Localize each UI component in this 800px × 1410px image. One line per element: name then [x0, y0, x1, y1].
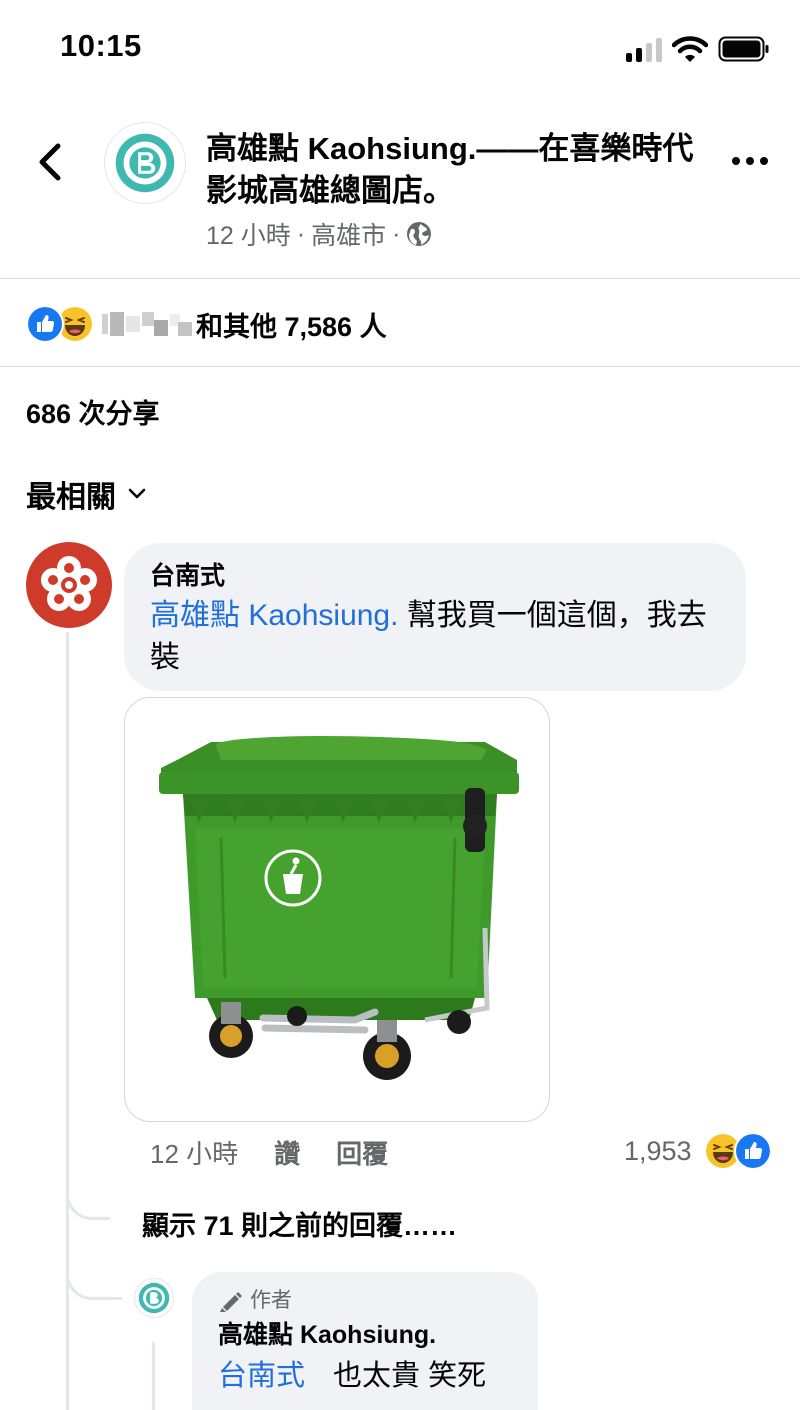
like-reaction-icon — [733, 1132, 772, 1170]
comment-text: 高雄點 Kaohsiung. 幫我買一個這個，我去裝 — [150, 595, 720, 679]
post-meta: 12 小時 · 高雄市 · — [206, 216, 432, 252]
post-time[interactable]: 12 小時 — [206, 216, 291, 252]
comment-bubble[interactable]: 台南式 高雄點 Kaohsiung. 幫我買一個這個，我去裝 — [124, 543, 746, 691]
page-logo-icon — [115, 133, 175, 193]
wifi-icon — [672, 36, 708, 62]
reply-button[interactable]: 回覆 — [336, 1134, 388, 1171]
thread-connector — [66, 1160, 110, 1220]
header-divider — [0, 278, 800, 279]
sort-label: 最相關 — [26, 481, 116, 514]
like-button[interactable]: 讚 — [274, 1134, 300, 1171]
back-arrow-icon[interactable] — [36, 142, 66, 182]
comment-sort-dropdown[interactable]: 最相關 — [26, 472, 146, 516]
like-reaction-icon — [26, 305, 64, 343]
globe-icon — [407, 222, 432, 246]
shares-count[interactable]: 686 次分享 — [26, 392, 160, 431]
reactions-divider — [0, 366, 800, 367]
chevron-down-icon — [128, 488, 146, 499]
comment-actions: 12 小時 讚 回覆 — [150, 1134, 388, 1171]
page-avatar[interactable] — [104, 122, 186, 204]
comment-reaction-count: 1,953 — [624, 1135, 692, 1166]
meta-separator: · — [392, 219, 401, 248]
comment-author[interactable]: 台南式 — [150, 559, 720, 593]
redacted-name — [102, 312, 192, 336]
green-trash-bin-image — [159, 736, 519, 1080]
reactions-count-text: 和其他 7,586 人 — [196, 311, 387, 342]
author-badge-label: 作者 — [250, 1289, 292, 1312]
reply-body: 也太貴 笑死 — [333, 1360, 487, 1392]
view-previous-replies[interactable]: 顯示 71 則之前的回覆…… — [142, 1204, 457, 1243]
commenter-avatar[interactable] — [26, 542, 112, 628]
thread-line — [66, 632, 69, 1410]
thread-connector — [66, 1240, 122, 1300]
author-badge: 作者 — [218, 1286, 512, 1316]
reply-bubble[interactable]: 作者 高雄點 Kaohsiung. 台南式 也太貴 笑死 — [192, 1272, 538, 1410]
mention-link[interactable]: 高雄點 Kaohsiung. — [150, 599, 398, 632]
comment-time[interactable]: 12 小時 — [150, 1134, 238, 1171]
plum-blossom-logo-icon — [41, 556, 97, 611]
meta-separator: · — [296, 219, 306, 248]
page-logo-icon — [138, 1282, 170, 1314]
reply-author-avatar[interactable] — [134, 1278, 174, 1318]
comment-reactions[interactable]: 1,953 — [624, 1132, 772, 1170]
more-options-icon[interactable] — [730, 148, 770, 174]
cellular-signal-icon — [626, 38, 664, 62]
pencil-icon — [220, 1292, 242, 1312]
comment-image[interactable] — [124, 697, 550, 1122]
mention-link[interactable]: 台南式 — [218, 1360, 305, 1392]
status-time: 10:15 — [60, 28, 142, 63]
post-location[interactable]: 高雄市 — [311, 216, 386, 252]
battery-icon — [718, 36, 769, 62]
reactions-summary[interactable]: 和其他 7,586 人 — [26, 304, 387, 344]
thread-line — [152, 1342, 155, 1410]
reply-text: 台南式 也太貴 笑死 — [218, 1356, 512, 1396]
reply-author[interactable]: 高雄點 Kaohsiung. — [218, 1318, 512, 1352]
post-title[interactable]: 高雄點 Kaohsiung.——在喜樂時代影城高雄總圖店。 — [206, 128, 696, 212]
